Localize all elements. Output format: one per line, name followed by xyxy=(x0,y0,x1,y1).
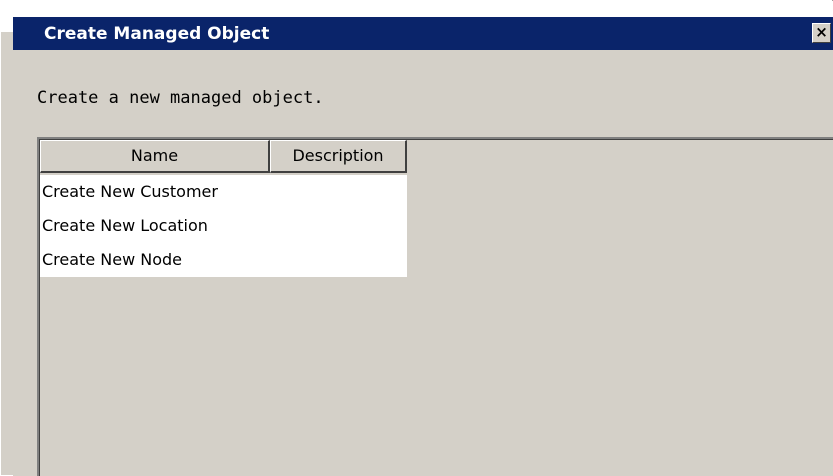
column-header-name[interactable]: Name xyxy=(40,140,270,173)
create-managed-object-dialog: Create Managed Object × Create a new man… xyxy=(0,0,833,476)
close-icon: × xyxy=(815,23,828,41)
column-header-description[interactable]: Description xyxy=(270,140,407,173)
close-button[interactable]: × xyxy=(812,23,831,43)
instruction-text: Create a new managed object. xyxy=(37,88,324,108)
table-row-create-new-node[interactable]: Create New Node xyxy=(40,243,407,277)
table-row-create-new-location[interactable]: Create New Location xyxy=(40,209,407,243)
window-title: Create Managed Object xyxy=(44,24,270,44)
table-body: Create New Customer Create New Location … xyxy=(40,175,407,277)
table-row-create-new-customer[interactable]: Create New Customer xyxy=(40,175,407,209)
